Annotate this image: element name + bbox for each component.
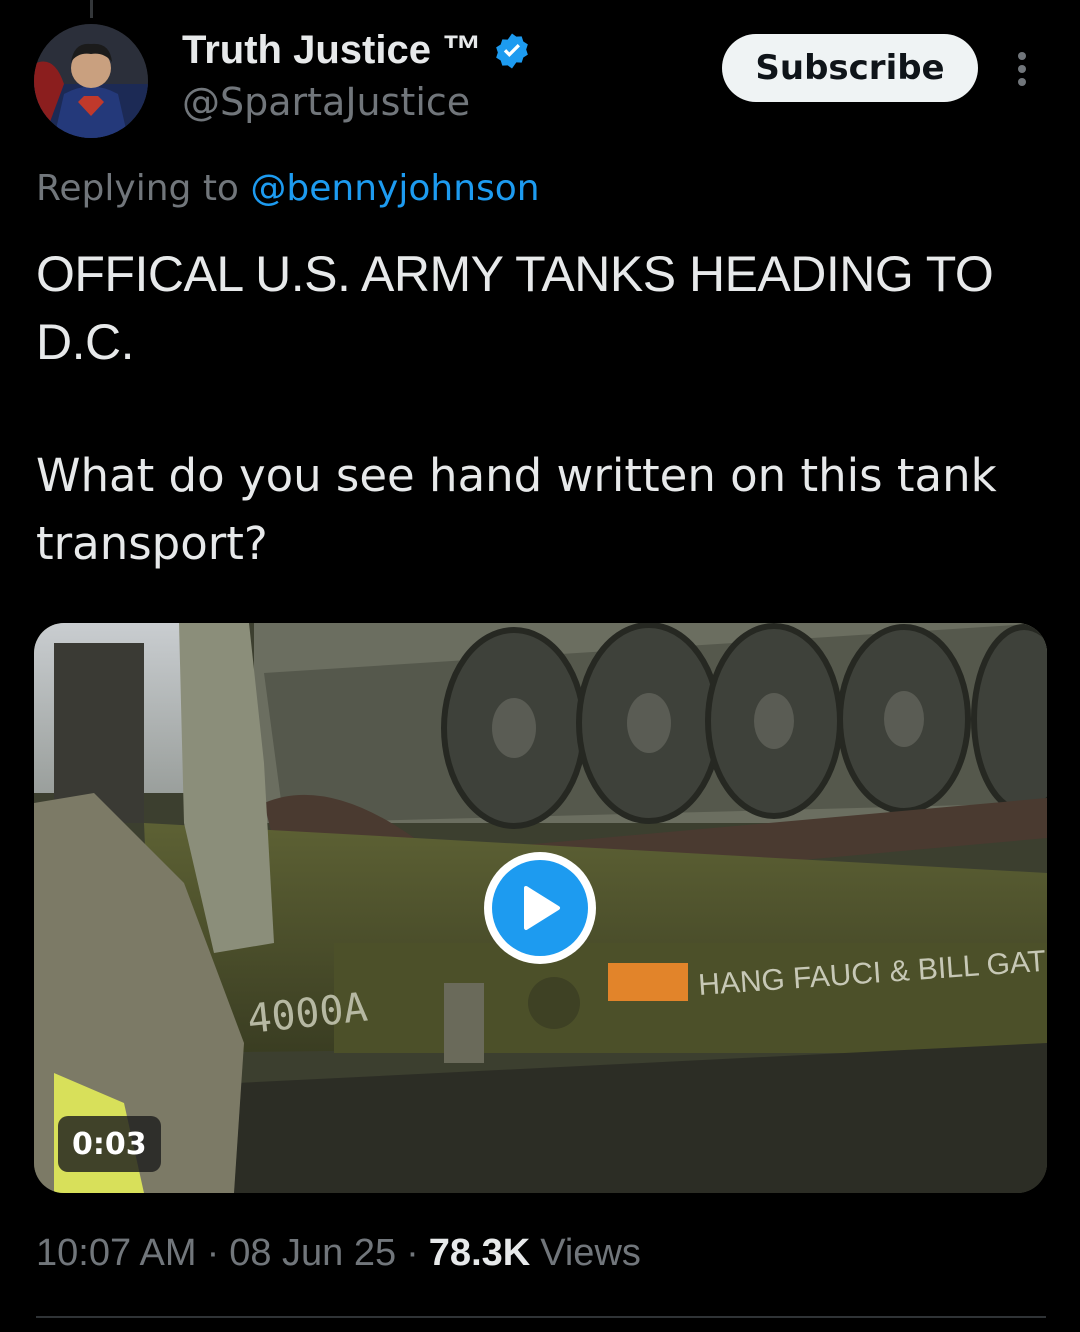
divider [36, 1316, 1046, 1318]
meta-separator: · [406, 1232, 419, 1274]
author-name-row: Truth Justice ™ [182, 28, 532, 73]
replying-prefix: Replying to [36, 168, 239, 209]
post-body: What do you see hand written on this tan… [36, 449, 997, 570]
play-icon [492, 860, 588, 956]
video-duration-badge: 0:03 [58, 1116, 161, 1172]
post-text: OFFICAL U.S. ARMY TANKS HEADING TO D.C. … [36, 240, 1046, 578]
meta-separator: · [206, 1232, 220, 1274]
post-time[interactable]: 10:07 AM [36, 1232, 197, 1275]
play-button[interactable] [484, 852, 596, 964]
thread-connector-line [90, 0, 93, 18]
verified-badge-icon [492, 31, 532, 71]
post-meta: 10:07 AM · 08 Jun 25 · 78.3K Views [36, 1232, 641, 1275]
post-headline: OFFICAL U.S. ARMY TANKS HEADING TO D.C. [36, 246, 994, 370]
views-count[interactable]: 78.3K [429, 1232, 530, 1275]
avatar-image [34, 24, 148, 138]
author-avatar[interactable] [34, 24, 148, 138]
more-vertical-icon[interactable] [1010, 48, 1034, 92]
views-label[interactable]: Views [540, 1232, 641, 1275]
replying-to-line: Replying to @bennyjohnson [36, 168, 540, 209]
author-display-name[interactable]: Truth Justice ™ [182, 28, 482, 73]
reply-mention-link[interactable]: @bennyjohnson [250, 168, 539, 209]
post-date[interactable]: 08 Jun 25 [229, 1232, 396, 1275]
subscribe-button[interactable]: Subscribe [722, 34, 978, 102]
author-handle[interactable]: @SpartaJustice [182, 80, 470, 124]
